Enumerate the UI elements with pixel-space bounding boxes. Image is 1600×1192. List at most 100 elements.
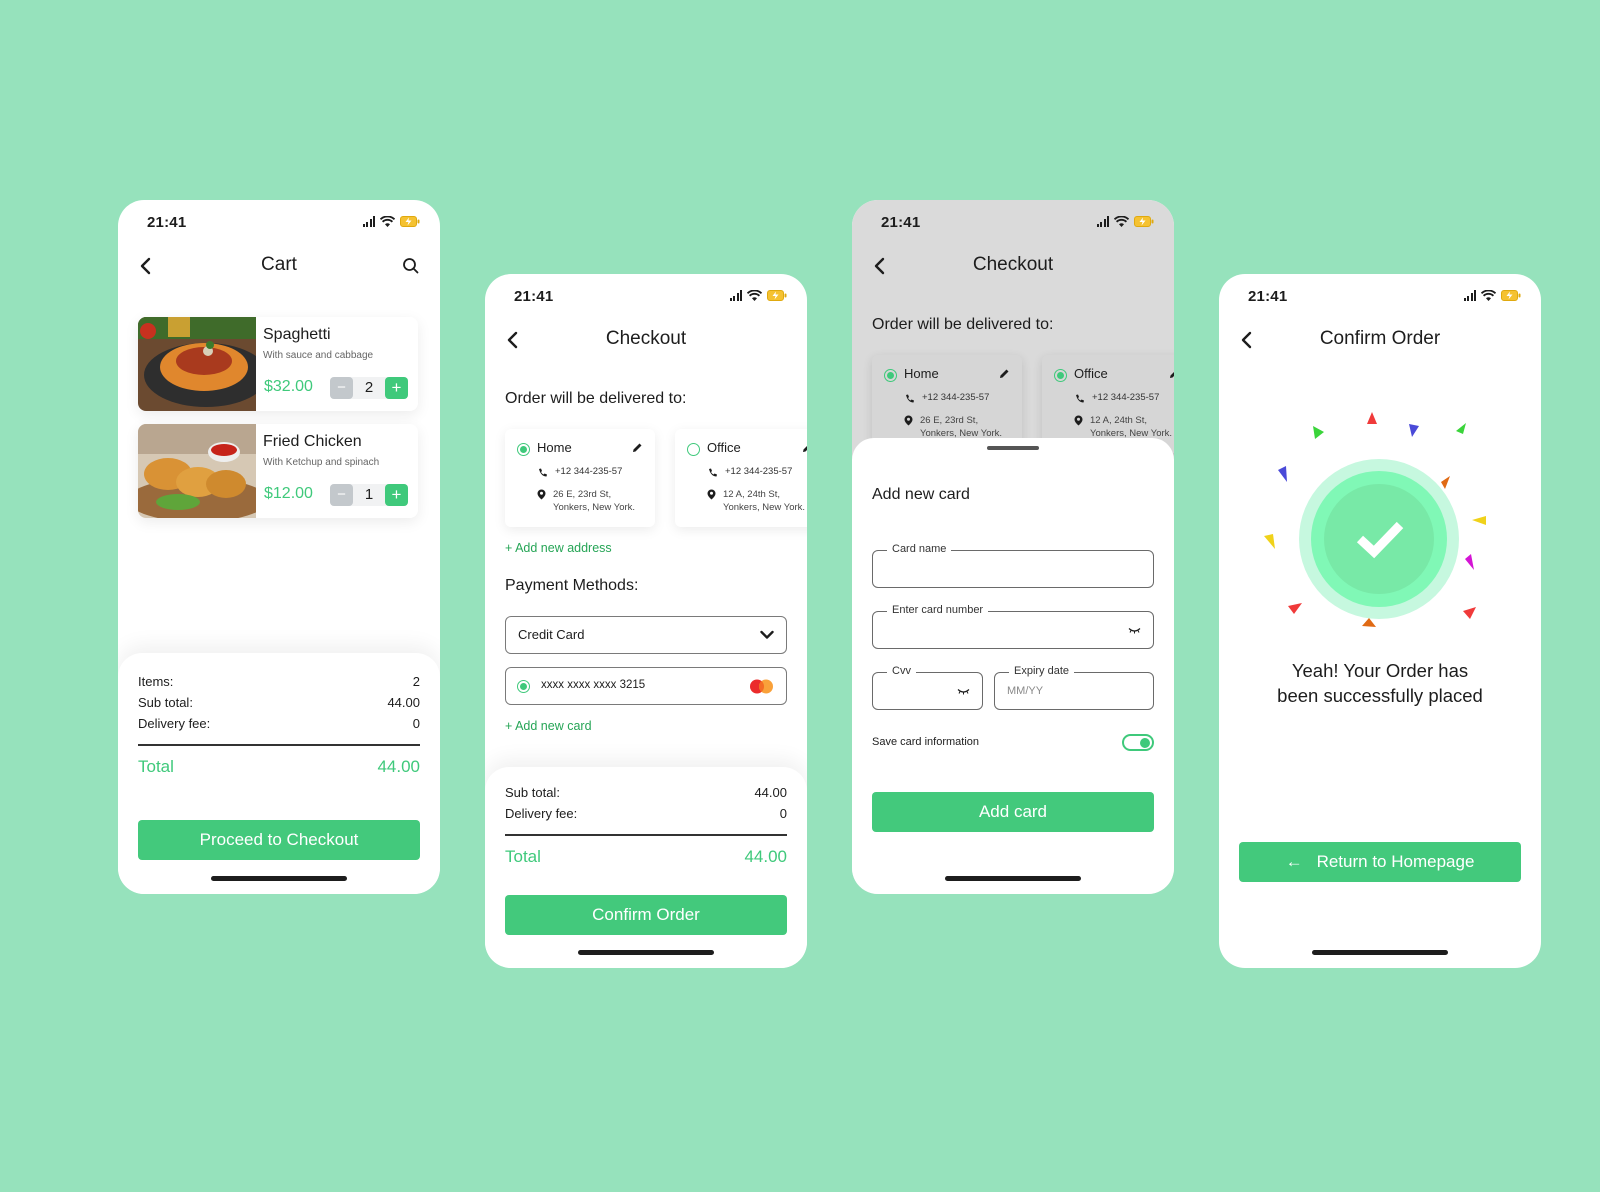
order-summary: Items: 2 Sub total: 44.00 Delivery fee: 0 T… (118, 653, 440, 894)
sheet-grab-handle[interactable] (987, 446, 1039, 450)
card-number: xxxx xxxx xxxx 3215 (541, 679, 646, 691)
wifi-icon (1481, 290, 1496, 301)
eye-closed-icon[interactable] (957, 688, 970, 695)
arrow-left-icon: ← (1285, 852, 1303, 871)
status-bar: 21:41 (118, 200, 440, 246)
order-summary: Sub total: 44.00 Delivery fee: 0 Total 44.0… (485, 767, 807, 968)
delivery-row: Delivery fee: 0 (138, 716, 420, 731)
home-indicator (578, 950, 714, 955)
subtotal-value: 44.00 (754, 785, 787, 800)
phone-icon (1076, 394, 1084, 403)
address-line: 12 A, 24th St, (723, 489, 781, 500)
save-card-toggle[interactable] (1122, 734, 1154, 751)
address-line: 26 E, 23rd St, (920, 415, 979, 426)
location-pin-icon (1074, 415, 1083, 426)
increase-button[interactable]: + (385, 377, 408, 399)
signal-icon (1096, 216, 1109, 227)
battery-charging-icon (1134, 216, 1154, 227)
decrease-button[interactable]: − (330, 484, 353, 506)
confetti-piece (1456, 423, 1466, 434)
field-label: Expiry date (1009, 665, 1075, 677)
chevron-down-icon (760, 630, 774, 639)
cart-item[interactable]: Spaghetti With sauce and cabbage $32.00 … (138, 317, 418, 411)
total-row: Total 44.00 (505, 847, 787, 867)
confetti-piece (1409, 424, 1419, 437)
address-phone: +12 344-235-57 (922, 392, 990, 403)
eye-closed-icon[interactable] (1128, 627, 1141, 634)
phone-icon (539, 468, 547, 477)
address-label: Office (1074, 366, 1108, 381)
confetti-piece (1465, 554, 1474, 570)
add-card-button[interactable]: Add card (872, 792, 1154, 832)
subtotal-row: Sub total: 44.00 (138, 695, 420, 710)
success-message-line: Yeah! Your Order has (1291, 660, 1469, 681)
address-label: Home (537, 440, 572, 455)
address-line: 26 E, 23rd St, (553, 489, 612, 500)
quantity-stepper: − 2 + (330, 377, 408, 399)
address-text: 26 E, 23rd St, Yonkers, New York. (920, 415, 1002, 440)
address-phone: +12 344-235-57 (725, 466, 793, 477)
address-phone: +12 344-235-57 (1092, 392, 1160, 403)
card-number-field[interactable]: Enter card number (872, 604, 1154, 649)
address-card-home[interactable]: Home +12 344-235-57 26 E, 23rd St, Yonker… (505, 429, 655, 527)
confetti-piece (1278, 466, 1287, 482)
edit-icon[interactable] (802, 442, 807, 453)
location-pin-icon (904, 415, 913, 426)
edit-icon (1000, 369, 1009, 378)
cart-screen: 21:41 Cart Spaghetti With sauce and cabb… (118, 200, 440, 894)
order-confirmed-screen: 21:41 Confirm Order Yeah! Your Order has… (1219, 274, 1541, 968)
delivery-label: Delivery fee: (505, 806, 578, 821)
address-line: Yonkers, New York. (723, 501, 806, 513)
add-card-sheet: Add new card Card name Enter card number… (852, 438, 1174, 894)
return-to-homepage-button[interactable]: ← Return to Homepage (1239, 842, 1521, 882)
confetti-piece (1362, 618, 1376, 627)
address-label: Home (904, 366, 939, 381)
edit-icon[interactable] (632, 442, 643, 453)
proceed-to-checkout-button[interactable]: Proceed to Checkout (138, 820, 420, 860)
card-name-field[interactable]: Card name (872, 543, 1154, 588)
delivered-to-label: Order will be delivered to: (872, 316, 1054, 333)
address-radio[interactable] (687, 443, 700, 456)
wifi-icon (747, 290, 762, 301)
location-pin-icon (707, 489, 716, 500)
success-illustration (1264, 412, 1486, 627)
subtotal-value: 44.00 (387, 695, 420, 710)
save-card-label: Save card information (872, 736, 979, 748)
status-bar: 21:41 (852, 200, 1174, 246)
add-new-address-link[interactable]: + Add new address (505, 541, 612, 555)
expiry-placeholder: MM/YY (1007, 685, 1044, 697)
cart-item[interactable]: Fried Chicken With Ketchup and spinach $… (138, 424, 418, 518)
add-new-card-link[interactable]: + Add new card (505, 719, 592, 733)
delivery-value: 0 (412, 716, 420, 731)
delivery-row: Delivery fee: 0 (505, 806, 787, 821)
items-row: Items: 2 (138, 674, 420, 689)
search-icon[interactable] (402, 257, 420, 275)
phone-icon (709, 468, 717, 477)
confirm-order-button[interactable]: Confirm Order (505, 895, 787, 935)
decrease-button[interactable]: − (330, 377, 353, 399)
increase-button[interactable]: + (385, 484, 408, 506)
total-row: Total 44.00 (138, 757, 420, 777)
quantity-stepper: − 1 + (330, 484, 408, 506)
delivered-to-label: Order will be delivered to: (505, 390, 687, 407)
item-description: With sauce and cabbage (263, 350, 374, 361)
home-indicator (211, 876, 347, 881)
saved-card-option[interactable]: xxxx xxxx xxxx 3215 (505, 667, 787, 705)
phone-icon (906, 394, 914, 403)
card-radio[interactable] (517, 680, 530, 693)
address-card-office[interactable]: Office +12 344-235-57 12 A, 24th St, Yonk… (675, 429, 807, 527)
address-radio (884, 369, 897, 382)
confetti-piece (1367, 412, 1377, 424)
address-radio[interactable] (517, 443, 530, 456)
field-label: Card name (887, 543, 952, 555)
return-button-label: Return to Homepage (1316, 852, 1475, 871)
mastercard-icon (750, 679, 773, 694)
item-price: $12.00 (264, 485, 313, 502)
signal-icon (729, 290, 742, 301)
payment-method-select[interactable]: Credit Card (505, 616, 787, 654)
cvv-field[interactable]: Cvv (872, 665, 983, 710)
subtotal-label: Sub total: (505, 785, 560, 800)
address-text: 26 E, 23rd St, Yonkers, New York. (553, 489, 635, 514)
expiry-date-field[interactable]: Expiry date MM/YY (994, 665, 1154, 710)
total-label: Total (138, 757, 174, 776)
